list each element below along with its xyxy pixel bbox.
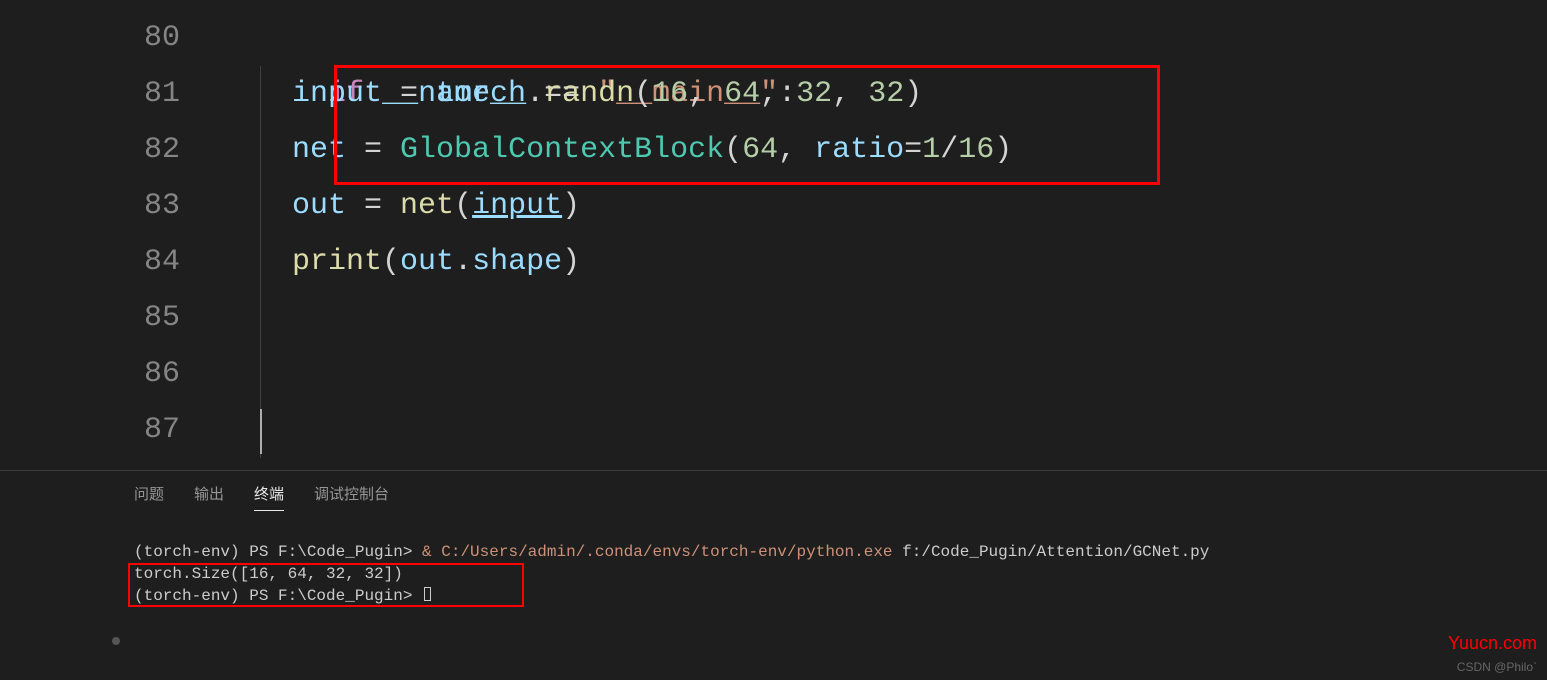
comma: ,	[832, 77, 868, 111]
line-number: 84	[0, 234, 220, 290]
terminal-cursor	[424, 587, 431, 601]
paren-open: (	[454, 189, 472, 223]
number-literal: 64	[724, 77, 760, 111]
terminal-line: (torch-env) PS F:\Code_Pugin> & C:/Users…	[134, 541, 1547, 563]
identifier-out: out	[400, 245, 454, 279]
paren-open: (	[382, 245, 400, 279]
code-line[interactable]: 81 input = torch.randn(16, 64, 32, 32)	[0, 66, 1547, 122]
argument-input: input	[472, 189, 562, 223]
code-line[interactable]: 84 print(out.shape)	[0, 234, 1547, 290]
comma: ,	[778, 133, 814, 167]
line-number: 86	[0, 346, 220, 402]
operator-assign: =	[346, 189, 400, 223]
callable-net: net	[400, 189, 454, 223]
identifier-input: input	[292, 77, 382, 111]
line-number: 87	[0, 402, 220, 458]
number-literal: 64	[742, 133, 778, 167]
identifier-out: out	[292, 189, 346, 223]
line-number: 80	[0, 10, 220, 66]
watermark-site: Yuucn.com	[1448, 633, 1537, 654]
terminal-prompt: (torch-env) PS F:\Code_Pugin>	[134, 587, 422, 605]
paren-open: (	[724, 133, 742, 167]
attribute-shape: shape	[472, 245, 562, 279]
number-literal: 32	[868, 77, 904, 111]
identifier-torch: torch	[436, 77, 526, 111]
tab-output[interactable]: 输出	[194, 483, 224, 511]
paren-open: (	[634, 77, 652, 111]
number-literal: 1	[922, 133, 940, 167]
comma: ,	[688, 77, 724, 111]
bottom-panel: 问题 输出 终端 调试控制台 (torch-env) PS F:\Code_Pu…	[0, 470, 1547, 680]
comma: ,	[760, 77, 796, 111]
code-line[interactable]: 83 out = net(input)	[0, 178, 1547, 234]
paren-close: )	[904, 77, 922, 111]
terminal-ampersand: &	[422, 543, 441, 561]
class-name: GlobalContextBlock	[400, 133, 724, 167]
function-randn: randn	[544, 77, 634, 111]
paren-close: )	[562, 189, 580, 223]
line-number: 81	[0, 66, 220, 122]
watermark-csdn: CSDN @Philo`	[1457, 660, 1537, 674]
function-print: print	[292, 245, 382, 279]
operator-assign: =	[904, 133, 922, 167]
param-ratio: ratio	[814, 133, 904, 167]
number-literal: 16	[958, 133, 994, 167]
scrollbar-indicator-icon	[112, 637, 120, 645]
line-number: 85	[0, 290, 220, 346]
code-line[interactable]: 87	[0, 402, 1547, 458]
paren-close: )	[562, 245, 580, 279]
line-number: 82	[0, 122, 220, 178]
code-line[interactable]: 82 net = GlobalContextBlock(64, ratio=1/…	[0, 122, 1547, 178]
operator-assign: =	[382, 77, 436, 111]
tab-debug-console[interactable]: 调试控制台	[314, 483, 389, 511]
dot: .	[526, 77, 544, 111]
terminal-output: torch.Size([16, 64, 32, 32])	[134, 563, 1547, 585]
code-line[interactable]: 85	[0, 290, 1547, 346]
dot: .	[454, 245, 472, 279]
operator-assign: =	[346, 133, 400, 167]
editor-cursor	[260, 409, 262, 454]
terminal-prompt: (torch-env) PS F:\Code_Pugin>	[134, 543, 422, 561]
code-line[interactable]: 80 if __name__ == "__main__":	[0, 10, 1547, 66]
terminal-line: (torch-env) PS F:\Code_Pugin>	[134, 585, 1547, 607]
tab-problems[interactable]: 问题	[134, 483, 164, 511]
operator-slash: /	[940, 133, 958, 167]
terminal-argument: f:/Code_Pugin/Attention/GCNet.py	[893, 543, 1210, 561]
code-line[interactable]: 86	[0, 346, 1547, 402]
line-number: 83	[0, 178, 220, 234]
tab-terminal[interactable]: 终端	[254, 483, 284, 511]
editor-area[interactable]: 80 if __name__ == "__main__": 81 input =…	[0, 0, 1547, 470]
terminal-content[interactable]: (torch-env) PS F:\Code_Pugin> & C:/Users…	[0, 511, 1547, 607]
paren-close: )	[994, 133, 1012, 167]
terminal-command: C:/Users/admin/.conda/envs/torch-env/pyt…	[441, 543, 892, 561]
identifier-net: net	[292, 133, 346, 167]
panel-tab-bar: 问题 输出 终端 调试控制台	[0, 471, 1547, 511]
number-literal: 16	[652, 77, 688, 111]
number-literal: 32	[796, 77, 832, 111]
